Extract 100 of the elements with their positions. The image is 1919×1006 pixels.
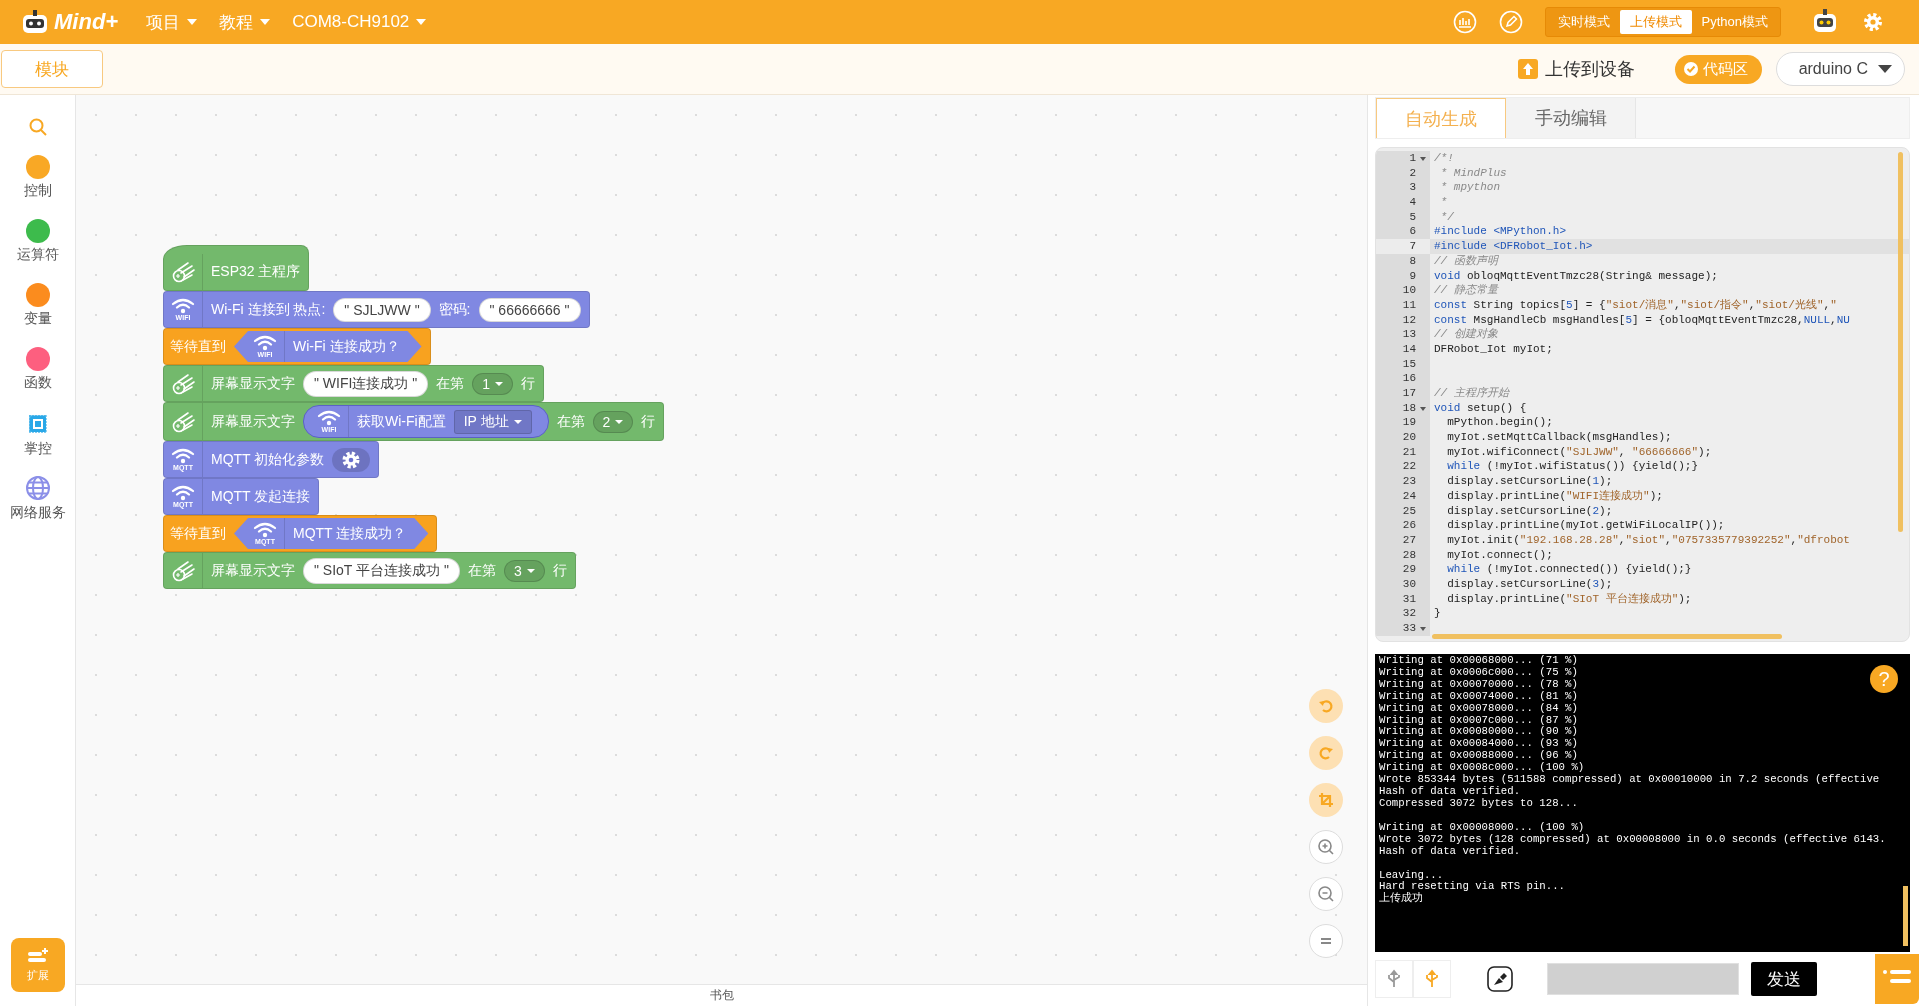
block-label: ESP32 主程序: [211, 263, 301, 281]
category-item[interactable]: 运算符: [16, 219, 59, 283]
line-number: 4: [1376, 195, 1430, 210]
serial-input[interactable]: [1547, 963, 1739, 995]
wifi-icon: [171, 484, 195, 501]
logo-text: Mind+: [54, 9, 119, 35]
code-line: // 创建对象: [1433, 327, 1498, 342]
console-line: Writing at 0x00070000... (78 %): [1379, 678, 1578, 691]
code-tab[interactable]: 手动编辑: [1506, 98, 1636, 138]
send-button[interactable]: 发送: [1751, 962, 1817, 996]
block-label: 屏幕显示文字: [211, 561, 295, 580]
code-line: }: [1433, 606, 1441, 621]
block-label: MQTT 连接成功？: [293, 524, 407, 543]
block-label: 屏幕显示文字: [211, 374, 295, 393]
robot-icon: [20, 9, 50, 35]
code-block[interactable]: 屏幕显示文字 " WIFI连接成功 " 在第 1 行: [163, 365, 545, 402]
undo-button[interactable]: [1309, 689, 1343, 723]
dropdown[interactable]: IP 地址: [453, 409, 532, 434]
text-input[interactable]: " WIFI连接成功 ": [303, 370, 429, 397]
reset-zoom-button[interactable]: [1309, 924, 1343, 958]
dropdown[interactable]: 3: [503, 559, 545, 582]
block-label: MQTT 发起连接: [211, 487, 311, 506]
backpack-label: 书包: [709, 987, 734, 1004]
caret-icon: [1878, 65, 1892, 73]
scrollbar-thumb[interactable]: [1432, 634, 1782, 639]
dropdown[interactable]: 2: [592, 410, 634, 433]
caret-icon: [187, 19, 198, 25]
mode-tab[interactable]: Python模式: [1691, 10, 1778, 34]
text-input[interactable]: " SJLJWW ": [333, 297, 431, 322]
console-line: Writing at 0x00088000... (96 %): [1379, 750, 1578, 762]
code-line: display.printLine("WIFI连接成功");: [1446, 488, 1663, 504]
text-input[interactable]: " 66666666 ": [478, 297, 581, 322]
dropdown[interactable]: 1: [472, 372, 514, 395]
block-label: 在第: [436, 374, 465, 393]
console-line: 上传成功: [1379, 893, 1423, 906]
code-block[interactable]: 屏幕显示文字 " SIoT 平台连接成功 " 在第 3 行: [163, 552, 576, 589]
mode-tab[interactable]: 上传模式: [1619, 10, 1692, 34]
upload-button[interactable]: 上传到设备: [1517, 57, 1635, 81]
console-line: Writing at 0x00084000... (93 %): [1379, 738, 1578, 750]
check-icon: [1682, 61, 1699, 77]
text-input[interactable]: " SIoT 平台连接成功 ": [303, 557, 460, 584]
category-item[interactable]: 掌控: [23, 411, 52, 475]
line-number: 1: [1376, 151, 1430, 166]
usb-button[interactable]: [1375, 960, 1413, 998]
menu-button[interactable]: [1875, 954, 1919, 1004]
code-line: myIot.setMqttCallback(msgHandles);: [1446, 430, 1672, 445]
console-line: Writing at 0x0006c000... (75 %): [1379, 666, 1578, 679]
scrollbar-thumb[interactable]: [1898, 152, 1903, 532]
console-line: Wrote 3072 bytes (128 compressed) at 0x00008000 in 0.0 seconds (effective 6143.: [1379, 833, 1886, 846]
zoom-out-button[interactable]: [1309, 877, 1343, 911]
brush-icon[interactable]: [1487, 966, 1513, 992]
code-line: while (!myIot.connected()) {yield();}: [1446, 562, 1692, 577]
swoosh-icon: [170, 371, 196, 396]
block-label: 屏幕显示文字: [211, 412, 295, 431]
wifi-icon: [171, 297, 195, 314]
console-line: Writing at 0x00068000... (71 %): [1379, 655, 1578, 667]
zoom-in-button[interactable]: [1309, 830, 1343, 864]
line-number: 6: [1376, 224, 1430, 240]
mode-tab[interactable]: 实时模式: [1547, 10, 1620, 34]
usb-button[interactable]: [1413, 960, 1451, 998]
wifi-icon: [253, 334, 277, 351]
settings-icon[interactable]: [1861, 10, 1885, 34]
caret-icon: [526, 568, 535, 573]
code-line: myIot.wifiConnect("SJLJWW", "66666666");: [1446, 444, 1712, 460]
code-block[interactable]: ESP32 主程序: [163, 245, 310, 291]
code-line: void obloqMqttEventTmzc28(String& message);: [1433, 268, 1718, 284]
code-line: #include <MPython.h>: [1433, 224, 1567, 240]
block-label: MQTT 初始化参数: [211, 450, 325, 469]
line-number: 16: [1376, 371, 1430, 386]
scrollbar-thumb[interactable]: [1903, 886, 1908, 946]
console-line: Writing at 0x00074000... (81 %): [1379, 690, 1578, 703]
category-item[interactable]: 网络服务: [9, 475, 66, 539]
search-icon[interactable]: [27, 117, 48, 137]
settings-button[interactable]: [332, 447, 371, 472]
crop-button[interactable]: [1309, 783, 1343, 817]
console-line: Writing at 0x00078000... (84 %): [1379, 702, 1578, 715]
wifi-icon: [253, 521, 277, 538]
category-item[interactable]: 控制: [23, 155, 52, 219]
chart-icon[interactable]: [1452, 10, 1477, 34]
category-item[interactable]: 函数: [23, 347, 52, 411]
console-line: Writing at 0x00008000... (100 %): [1379, 821, 1585, 834]
code-line: myIot.connect();: [1446, 547, 1553, 563]
code-line: myIot.init("192.168.28.28","siot","0757335779392252","dfrobot: [1446, 532, 1850, 548]
edit-icon[interactable]: [1498, 10, 1523, 34]
code-line: display.printLine("SIoT 平台连接成功");: [1446, 591, 1692, 607]
console-line: Writing at 0x00080000... (90 %): [1379, 726, 1578, 738]
code-line: * MindPlus: [1439, 165, 1507, 181]
caret-icon: [416, 19, 427, 25]
category-item[interactable]: 变量: [23, 283, 52, 347]
undo-icon: [1318, 698, 1334, 714]
line-number: 19: [1376, 415, 1430, 431]
block-label: Wi-Fi 连接到 热点:: [211, 300, 326, 319]
console-line: Hash of data verified.: [1379, 845, 1521, 858]
console-line: Leaving...: [1379, 869, 1444, 881]
globe-icon: [24, 475, 51, 501]
line-number: 10: [1376, 283, 1430, 298]
line-number: 23: [1376, 474, 1430, 489]
language-dropdown[interactable]: arduino C: [1775, 52, 1905, 86]
swoosh-icon: [170, 260, 196, 284]
redo-button[interactable]: [1309, 736, 1343, 770]
